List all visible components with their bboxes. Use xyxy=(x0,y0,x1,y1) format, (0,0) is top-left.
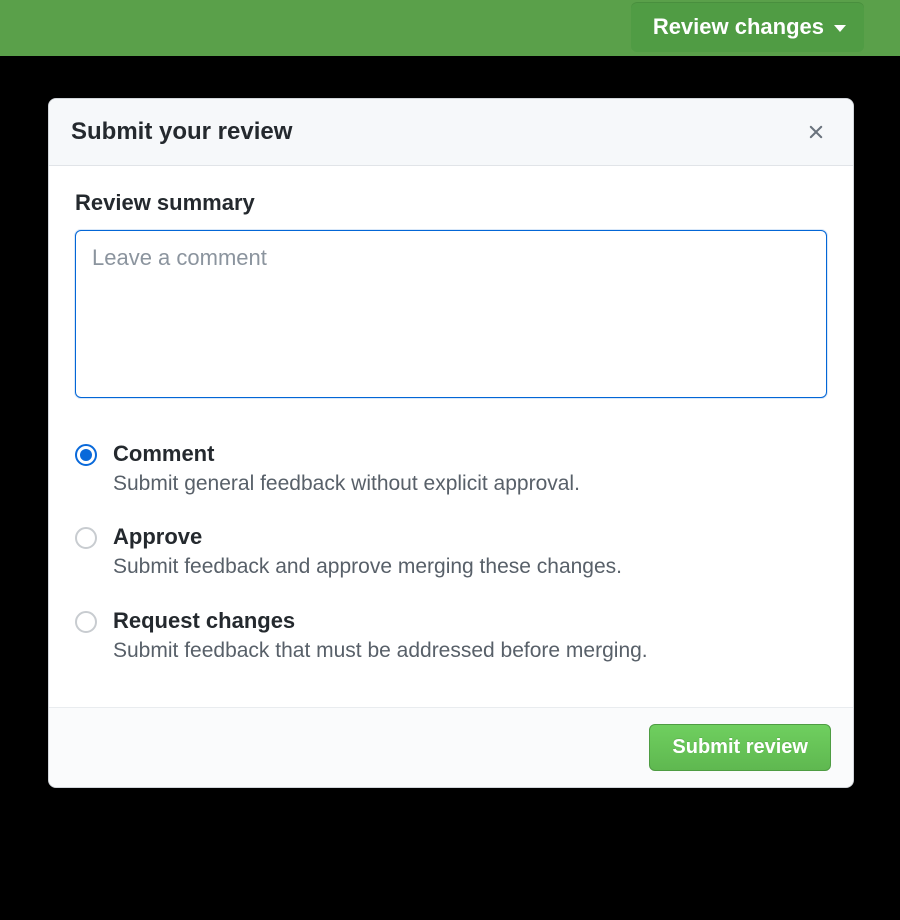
topbar: Review changes xyxy=(0,0,900,56)
radio-icon xyxy=(75,444,97,466)
submit-review-button[interactable]: Submit review xyxy=(649,724,831,771)
option-desc: Submit general feedback without explicit… xyxy=(113,469,827,498)
caret-down-icon xyxy=(834,25,846,32)
close-button[interactable] xyxy=(801,117,831,147)
review-changes-button[interactable]: Review changes xyxy=(631,2,864,52)
radio-icon xyxy=(75,611,97,633)
review-changes-label: Review changes xyxy=(653,14,824,40)
option-title: Request changes xyxy=(113,608,827,634)
panel-footer: Submit review xyxy=(49,707,853,787)
option-title: Comment xyxy=(113,441,827,467)
close-icon xyxy=(805,121,827,143)
radio-icon xyxy=(75,527,97,549)
option-request-changes[interactable]: Request changes Submit feedback that mus… xyxy=(75,598,827,681)
panel-header: Submit your review xyxy=(49,99,853,166)
panel-body: Review summary Comment Submit general fe… xyxy=(49,166,853,707)
option-approve[interactable]: Approve Submit feedback and approve merg… xyxy=(75,514,827,597)
option-title: Approve xyxy=(113,524,827,550)
review-options: Comment Submit general feedback without … xyxy=(75,431,827,681)
review-summary-label: Review summary xyxy=(75,190,827,216)
option-desc: Submit feedback that must be addressed b… xyxy=(113,636,827,665)
review-comment-input[interactable] xyxy=(75,230,827,398)
submit-review-panel: Submit your review Review summary Commen… xyxy=(48,98,854,788)
option-comment[interactable]: Comment Submit general feedback without … xyxy=(75,431,827,514)
panel-title: Submit your review xyxy=(71,118,292,146)
option-desc: Submit feedback and approve merging thes… xyxy=(113,552,827,581)
